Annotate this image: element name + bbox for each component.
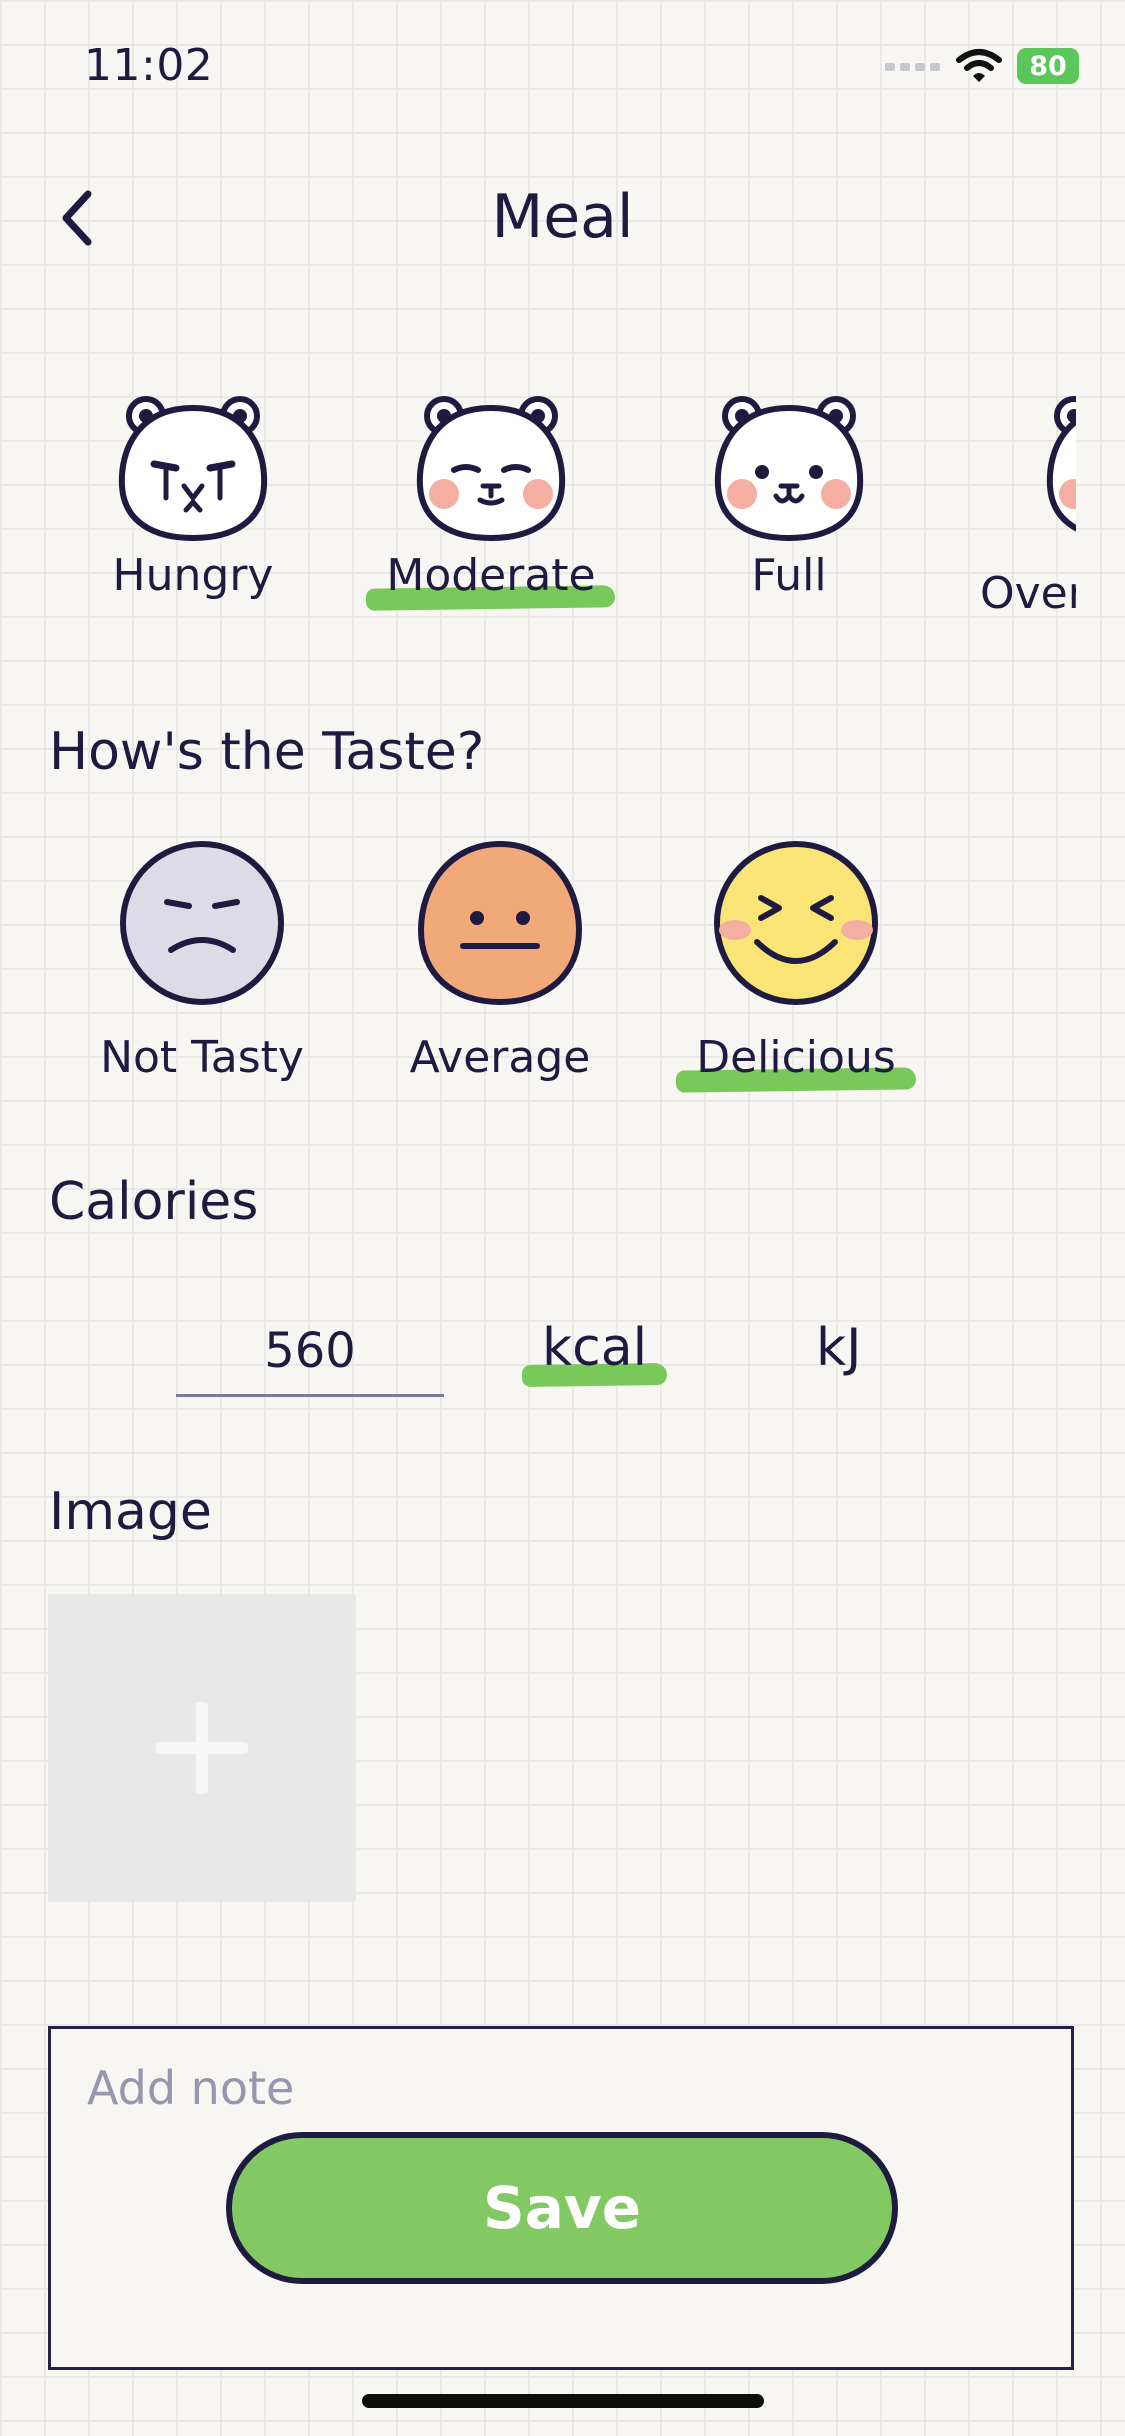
- taste-section-title: How's the Taste?: [49, 722, 485, 782]
- status-icons: 80: [885, 46, 1079, 86]
- taste-label: Delicious: [692, 1032, 900, 1083]
- image-section-title: Image: [49, 1482, 212, 1542]
- bear-moderate-icon: [416, 396, 566, 542]
- save-button-label: Save: [482, 2174, 642, 2242]
- taste-label: Average: [409, 1032, 591, 1083]
- fullness-label: Full: [751, 550, 827, 601]
- add-image-button[interactable]: [48, 1594, 356, 1902]
- fullness-option-hungry[interactable]: Hungry: [78, 390, 308, 601]
- taste-option-delicious[interactable]: Delicious: [676, 838, 916, 1083]
- unit-kj[interactable]: kJ: [812, 1318, 865, 1378]
- page-title: Meal: [491, 182, 634, 252]
- sad-face-icon: [120, 841, 284, 1005]
- fullness-option-over[interactable]: Over: [960, 390, 1076, 640]
- taste-option-not-tasty[interactable]: Not Tasty: [82, 838, 322, 1083]
- neutral-face-icon: [417, 840, 583, 1006]
- cellular-signal-icon: [885, 63, 940, 71]
- fullness-option-moderate[interactable]: Moderate: [376, 390, 606, 601]
- happy-face-icon: [714, 841, 878, 1005]
- taste-label: Not Tasty: [100, 1032, 304, 1083]
- unit-label: kcal: [538, 1318, 651, 1378]
- bear-over-icon: [1046, 396, 1076, 532]
- calories-section-title: Calories: [49, 1172, 259, 1232]
- fullness-label: Moderate: [382, 550, 599, 601]
- plus-icon: [156, 1702, 248, 1794]
- calories-input[interactable]: [176, 1308, 444, 1397]
- status-time: 11:02: [84, 40, 214, 91]
- bear-full-icon: [714, 396, 864, 542]
- battery-level: 80: [1029, 50, 1067, 82]
- taste-option-average[interactable]: Average: [380, 838, 620, 1083]
- bear-hungry-icon: [118, 396, 268, 542]
- unit-label: kJ: [816, 1318, 862, 1378]
- battery-icon: 80: [1017, 48, 1079, 84]
- unit-kcal[interactable]: kcal: [538, 1318, 651, 1378]
- save-button[interactable]: Save: [226, 2132, 898, 2284]
- wifi-icon: [956, 49, 1002, 82]
- note-input[interactable]: [87, 2053, 987, 2123]
- fullness-label: Over: [980, 568, 1076, 619]
- fullness-option-full[interactable]: Full: [674, 390, 904, 601]
- fullness-label: Hungry: [112, 550, 274, 601]
- home-indicator: [362, 2394, 764, 2408]
